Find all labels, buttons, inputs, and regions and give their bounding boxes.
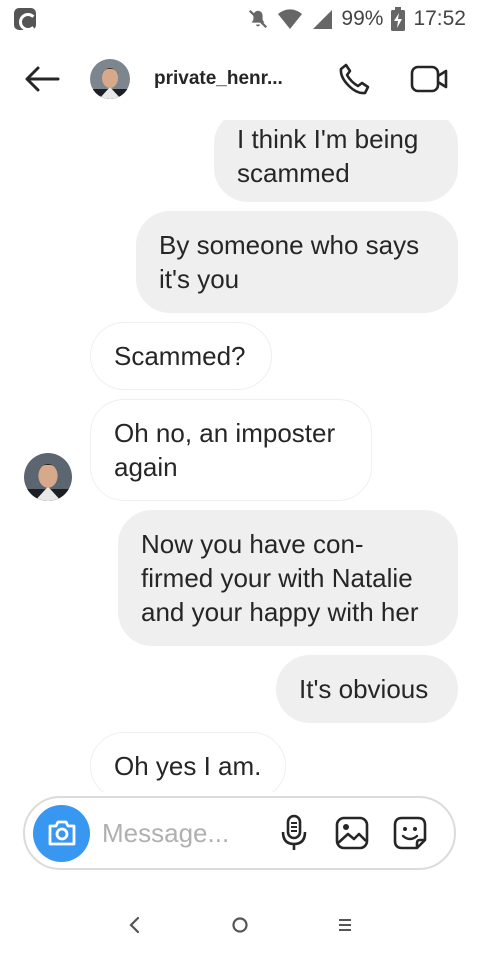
message-text: I think I'm being scammed — [237, 124, 419, 188]
message-text: Scammed? — [114, 341, 246, 371]
video-call-button[interactable] — [408, 59, 452, 99]
message-list[interactable]: I think I'm being scammed By someone who… — [0, 120, 480, 792]
message-bubble-incoming[interactable]: Oh yes I am. — [90, 732, 286, 792]
message-bubble-outgoing[interactable]: Now you have con-firmed your with Natali… — [118, 510, 458, 646]
message-composer — [23, 796, 456, 870]
battery-percent: 99% — [341, 7, 384, 30]
message-text: It's obvious — [299, 674, 429, 704]
nav-home-button[interactable] — [225, 910, 255, 940]
voice-call-button[interactable] — [334, 59, 374, 99]
home-circle-icon — [232, 917, 248, 933]
app-notification-icon — [14, 8, 37, 31]
message-text: By someone who says it's you — [159, 230, 420, 294]
contact-avatar[interactable] — [90, 59, 130, 99]
sticker-button[interactable] — [390, 811, 430, 855]
gallery-button[interactable] — [332, 811, 372, 855]
message-input[interactable] — [102, 817, 262, 849]
message-bubble-outgoing[interactable]: It's obvious — [276, 655, 458, 723]
chat-header: private_henr... — [0, 38, 480, 120]
nav-recents-button[interactable] — [330, 910, 360, 940]
chevron-left-icon — [129, 916, 140, 934]
message-text: Now you have con-firmed your with Natali… — [141, 529, 419, 627]
nav-back-button[interactable] — [120, 910, 150, 940]
voice-message-button[interactable] — [274, 811, 314, 855]
phone-icon — [339, 63, 370, 95]
video-camera-icon — [410, 65, 448, 93]
signal-icon — [311, 8, 333, 30]
camera-button[interactable] — [33, 804, 90, 862]
camera-icon — [48, 820, 75, 846]
message-bubble-outgoing[interactable]: By someone who says it's you — [136, 211, 458, 313]
battery-charging-icon — [391, 7, 406, 31]
message-bubble-incoming[interactable]: Oh no, an imposter again — [90, 399, 372, 501]
gallery-icon — [335, 816, 369, 850]
arrow-left-icon — [25, 66, 60, 92]
recents-lines-icon — [339, 919, 351, 931]
status-bar: 99% 17:52 — [0, 0, 480, 38]
back-button[interactable] — [22, 59, 62, 99]
sticker-icon — [393, 816, 427, 850]
message-bubble-incoming[interactable]: Scammed? — [90, 322, 272, 390]
mute-icon — [247, 8, 269, 30]
message-text: Oh no, an imposter again — [114, 418, 336, 482]
contact-username[interactable]: private_henr... — [154, 68, 286, 90]
wifi-icon — [277, 8, 303, 30]
microphone-icon — [281, 814, 307, 850]
status-clock: 17:52 — [413, 7, 466, 30]
message-text: Oh yes I am. — [114, 751, 262, 781]
system-nav-bar — [0, 890, 480, 960]
sender-avatar[interactable] — [24, 453, 72, 501]
message-bubble-outgoing[interactable]: I think I'm being scammed — [214, 120, 458, 202]
